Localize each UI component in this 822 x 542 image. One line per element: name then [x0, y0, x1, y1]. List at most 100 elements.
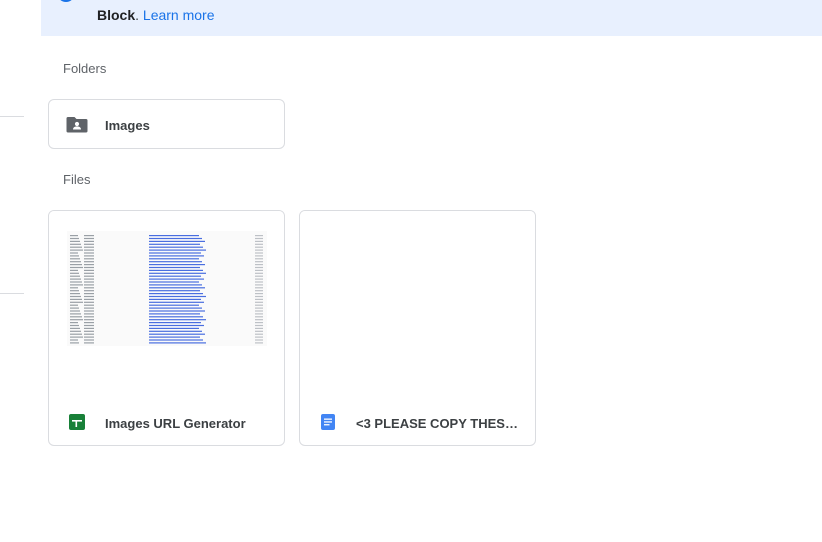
sheet-preview-line — [149, 339, 203, 341]
sheet-preview-line — [70, 261, 81, 263]
sheet-preview-line — [255, 339, 263, 341]
sheet-preview-line — [255, 301, 263, 303]
sheet-preview-line — [149, 336, 200, 338]
sheet-preview-line — [149, 290, 200, 292]
google-docs-icon — [321, 414, 335, 430]
files-section-label: Files — [63, 172, 91, 187]
sheet-preview-line — [255, 284, 263, 286]
file-footer: Images URL Generator — [49, 396, 284, 445]
google-sheets-icon — [69, 414, 85, 430]
sheet-preview-line — [149, 293, 203, 295]
file-card-images-url-generator[interactable]: Images URL Generator — [48, 210, 285, 446]
folder-name: Images — [105, 118, 150, 133]
sheet-preview-line — [255, 264, 263, 266]
sheet-preview-line — [84, 266, 94, 269]
sheet-preview-line — [149, 287, 205, 289]
sheet-preview-line — [149, 258, 199, 260]
sheet-preview-line — [84, 310, 94, 312]
sheet-preview-line — [255, 336, 263, 338]
sheet-preview-line — [84, 319, 94, 321]
sheet-preview-line — [149, 304, 199, 306]
sheet-preview-line — [84, 284, 94, 286]
sheet-preview-line — [84, 249, 94, 251]
sheet-preview-line — [70, 246, 82, 248]
sheet-preview-line — [84, 316, 94, 318]
sheet-preview-line — [70, 319, 83, 321]
sheet-preview-line — [70, 313, 81, 315]
sheet-preview-line — [70, 322, 78, 324]
sheet-preview-line — [70, 310, 80, 312]
sheet-preview-line — [255, 252, 263, 254]
banner-message: Block. Learn more — [97, 7, 215, 23]
sheet-preview-line — [70, 235, 78, 237]
sheet-preview-line — [149, 295, 206, 298]
sheet-preview-line — [255, 235, 263, 237]
sheet-preview-line — [84, 324, 94, 327]
sheet-preview-line — [84, 278, 94, 280]
sheet-preview-line — [70, 249, 83, 251]
sheet-preview-line — [84, 261, 94, 263]
sheet-preview-line — [70, 298, 82, 300]
sheet-preview-line — [84, 293, 94, 295]
sheet-preview-line — [84, 295, 94, 298]
file-name: <3 PLEASE COPY THESE FI... — [356, 416, 526, 431]
sheet-preview-line — [149, 316, 203, 318]
sheet-preview-line — [255, 304, 263, 306]
sheet-preview-line — [70, 278, 81, 280]
sheet-preview-line — [70, 293, 80, 295]
sheet-preview-line — [84, 275, 94, 277]
sheet-preview-line — [149, 333, 205, 335]
sheet-preview-line — [149, 252, 201, 254]
sheet-preview-line — [149, 298, 201, 300]
sheet-preview-line — [70, 240, 80, 242]
sheet-preview-line — [70, 243, 81, 245]
sheet-preview-line — [255, 316, 263, 318]
sheet-preview-line — [70, 295, 81, 298]
sheet-preview-line — [84, 243, 94, 245]
sheet-preview-line — [149, 313, 200, 315]
sheet-preview-line — [70, 237, 79, 240]
sheet-preview-line — [255, 240, 263, 242]
folder-card-images[interactable]: Images — [48, 99, 285, 149]
sheet-preview-line — [84, 301, 94, 303]
sheet-preview-line — [70, 316, 82, 318]
file-card-please-copy[interactable]: <3 PLEASE COPY THESE FI... — [299, 210, 536, 446]
sheet-preview-line — [149, 243, 200, 245]
learn-more-link[interactable]: Learn more — [143, 7, 215, 23]
sheet-preview-line — [70, 266, 83, 269]
sheet-preview-line — [149, 235, 199, 237]
sheet-preview-line — [84, 327, 94, 329]
sheet-preview-line — [149, 342, 206, 344]
sheet-preview-line — [70, 252, 78, 254]
sheet-preview-line — [149, 322, 201, 324]
sheet-preview-line — [255, 255, 263, 257]
sheet-preview-line — [255, 298, 263, 300]
shared-folder-icon — [66, 117, 88, 133]
sheet-preview-line — [70, 290, 79, 292]
sheet-preview-line — [149, 261, 202, 263]
sheet-preview-line — [84, 255, 94, 257]
sheet-preview-line — [149, 255, 204, 257]
sheet-preview-line — [70, 342, 79, 344]
sheet-preview-line — [84, 304, 94, 306]
sheet-preview-line — [255, 261, 263, 263]
sheet-preview-line — [255, 275, 263, 277]
sheet-preview-line — [255, 249, 263, 251]
sheet-preview-line — [255, 272, 263, 274]
sidebar-divider — [0, 293, 24, 294]
sheet-preview-line — [70, 255, 79, 257]
sheet-preview-line — [84, 322, 94, 324]
sheet-preview-line — [149, 330, 202, 332]
sheet-preview-line — [149, 272, 206, 274]
spreadsheet-preview — [67, 231, 267, 346]
sheet-preview-line — [255, 307, 263, 309]
sheet-preview-line — [70, 269, 78, 271]
sheet-preview-line — [70, 281, 82, 283]
sheet-preview-line — [149, 284, 202, 286]
sheet-preview-line — [70, 330, 81, 332]
sheet-preview-line — [149, 264, 205, 266]
sheet-preview-line — [70, 287, 78, 289]
sheet-preview-line — [149, 240, 205, 242]
sheet-preview-line — [149, 246, 203, 248]
sheet-preview-line — [149, 278, 204, 280]
